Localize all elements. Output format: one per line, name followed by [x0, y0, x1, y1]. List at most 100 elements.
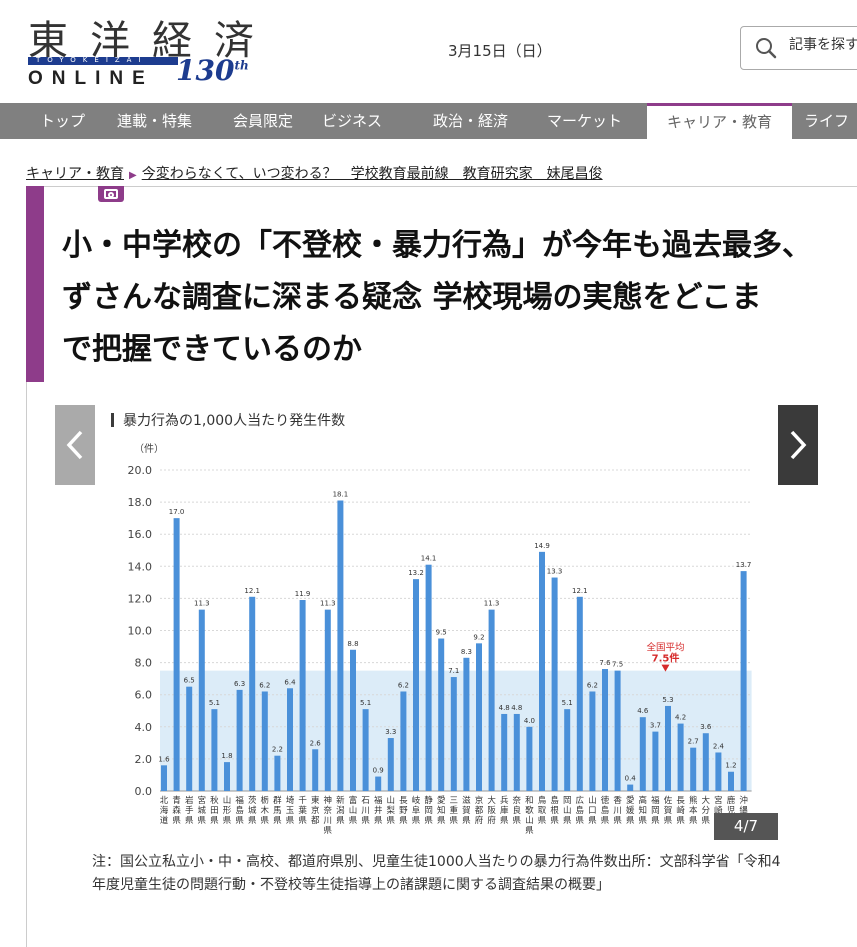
nav-item-business[interactable]: ビジネス: [322, 103, 382, 139]
nav-item-series[interactable]: 連載・特集: [117, 103, 192, 139]
bar: [576, 596, 583, 791]
nav-item-top[interactable]: トップ: [40, 103, 85, 139]
bar-value-label: 4.0: [524, 717, 535, 725]
x-tick-label: 大阪府: [487, 795, 496, 826]
y-tick-label: 12.0: [128, 592, 153, 605]
bar-value-label: 13.3: [547, 568, 563, 576]
x-tick-label: 岩手県: [185, 795, 194, 826]
x-tick-label: 佐賀県: [664, 795, 673, 826]
bar-value-label: 3.6: [700, 723, 712, 731]
gallery-next-button[interactable]: [778, 405, 818, 485]
bar-value-label: 2.7: [688, 738, 699, 746]
bar: [224, 762, 230, 791]
x-tick-label: 北海道: [160, 796, 169, 826]
article-headline: 小・中学校の「不登校・暴力行為」が今年も過去最多、 ずさんな調査に深まる疑念 学…: [62, 220, 857, 376]
bar: [614, 670, 621, 791]
bar-value-label: 6.3: [234, 680, 245, 688]
x-tick-label: 三重県: [450, 796, 459, 826]
x-tick-label: 東京都: [311, 795, 320, 826]
nav-item-life[interactable]: ライフ: [804, 103, 849, 139]
x-tick-label: 富山県: [349, 795, 358, 826]
x-tick-label: 岡山県: [563, 796, 572, 826]
x-tick-label: 福島県: [235, 795, 244, 826]
x-tick-label: 山口県: [588, 795, 597, 826]
bar-value-label: 7.5: [612, 661, 623, 669]
chart-title-marker: [111, 413, 114, 427]
y-tick-label: 0.0: [135, 785, 153, 798]
bar: [715, 752, 722, 791]
bar: [299, 600, 306, 791]
bar: [677, 723, 684, 791]
search-box[interactable]: [740, 26, 857, 70]
bar-value-label: 5.1: [209, 699, 220, 707]
gallery-prev-button[interactable]: [55, 405, 95, 485]
x-tick-label: 茨城県: [248, 795, 257, 826]
bar: [702, 733, 709, 791]
x-tick-label: 石川県: [361, 796, 370, 826]
logo-anniversary-suffix: th: [234, 58, 249, 73]
x-tick-label: 福井県: [374, 795, 383, 826]
x-tick-label: 滋賀県: [462, 795, 471, 826]
y-tick-label: 16.0: [128, 528, 153, 541]
bar: [350, 649, 356, 791]
x-tick-label: 島根県: [550, 795, 559, 826]
y-axis-unit: （件）: [134, 443, 164, 455]
bar: [438, 638, 445, 791]
nav-item-market[interactable]: マーケット: [547, 103, 622, 139]
bar-value-label: 13.2: [408, 569, 424, 577]
breadcrumb-section[interactable]: キャリア・教育: [26, 166, 124, 182]
bar-value-label: 11.9: [295, 590, 311, 598]
headline-line-3: で把握できているのか: [62, 332, 362, 367]
average-marker-icon: [661, 664, 670, 672]
y-tick-label: 4.0: [135, 721, 153, 734]
gallery-counter: 4/7: [714, 813, 778, 840]
site-logo[interactable]: 東洋経済 TOYOKEIZAI ONLINE 130th: [26, 8, 266, 94]
bar: [362, 709, 369, 791]
x-tick-label: 兵庫県: [500, 795, 509, 826]
x-tick-label: 千葉県: [298, 795, 307, 826]
bar: [387, 738, 394, 791]
bar: [665, 705, 671, 791]
bar-value-label: 2.2: [272, 746, 283, 754]
chevron-left-icon: [66, 430, 83, 460]
bar-value-label: 7.1: [448, 667, 459, 675]
nav-item-members[interactable]: 会員限定: [233, 103, 293, 139]
y-tick-label: 18.0: [128, 496, 153, 509]
x-tick-label: 福岡県: [651, 795, 660, 826]
x-tick-label: 埼玉県: [286, 795, 295, 826]
breadcrumb-separator-icon: ▶: [129, 170, 137, 181]
bar-value-label: 17.0: [169, 508, 185, 516]
bar-value-label: 6.2: [398, 681, 409, 689]
bar-value-label: 3.3: [385, 728, 396, 736]
bar: [476, 643, 482, 791]
bar: [602, 669, 608, 791]
search-icon[interactable]: [755, 37, 777, 59]
bar-value-label: 13.7: [736, 561, 752, 569]
average-label: 全国平均: [646, 642, 684, 654]
bar-value-label: 11.3: [320, 600, 336, 608]
bar-value-label: 8.3: [461, 648, 472, 656]
x-tick-label: 長崎県: [676, 796, 685, 826]
search-input[interactable]: [787, 36, 857, 54]
bar-value-label: 0.9: [373, 767, 384, 775]
bar: [488, 609, 495, 791]
bar: [690, 747, 697, 791]
main-nav: トップ 連載・特集 会員限定 ビジネス 政治・経済 マーケット キャリア・教育 …: [0, 103, 857, 139]
bar-value-label: 18.1: [333, 490, 349, 498]
x-tick-label: 新潟県: [336, 795, 345, 826]
breadcrumb: キャリア・教育 ▶ 今変わらなくて、いつ変わる？ 学校教育最前線 教育研究家 妹尾昌…: [26, 163, 603, 183]
bar-value-label: 5.1: [360, 699, 371, 707]
chevron-right-icon: [790, 430, 807, 460]
breadcrumb-series[interactable]: 今変わらなくて、いつ変わる？ 学校教育最前線 教育研究家 妹尾昌俊: [142, 166, 603, 182]
x-tick-label: 和歌山県: [525, 796, 534, 836]
logo-anniversary-number: 130: [176, 54, 235, 87]
bar: [198, 609, 205, 791]
bar-value-label: 4.2: [675, 714, 686, 722]
y-tick-label: 20.0: [128, 464, 153, 477]
nav-item-career[interactable]: キャリア・教育: [647, 103, 792, 139]
nav-item-politics[interactable]: 政治・経済: [433, 103, 508, 139]
bar: [526, 726, 533, 791]
bar: [728, 771, 734, 791]
bar: [652, 731, 659, 791]
bar-value-label: 2.6: [310, 739, 322, 747]
